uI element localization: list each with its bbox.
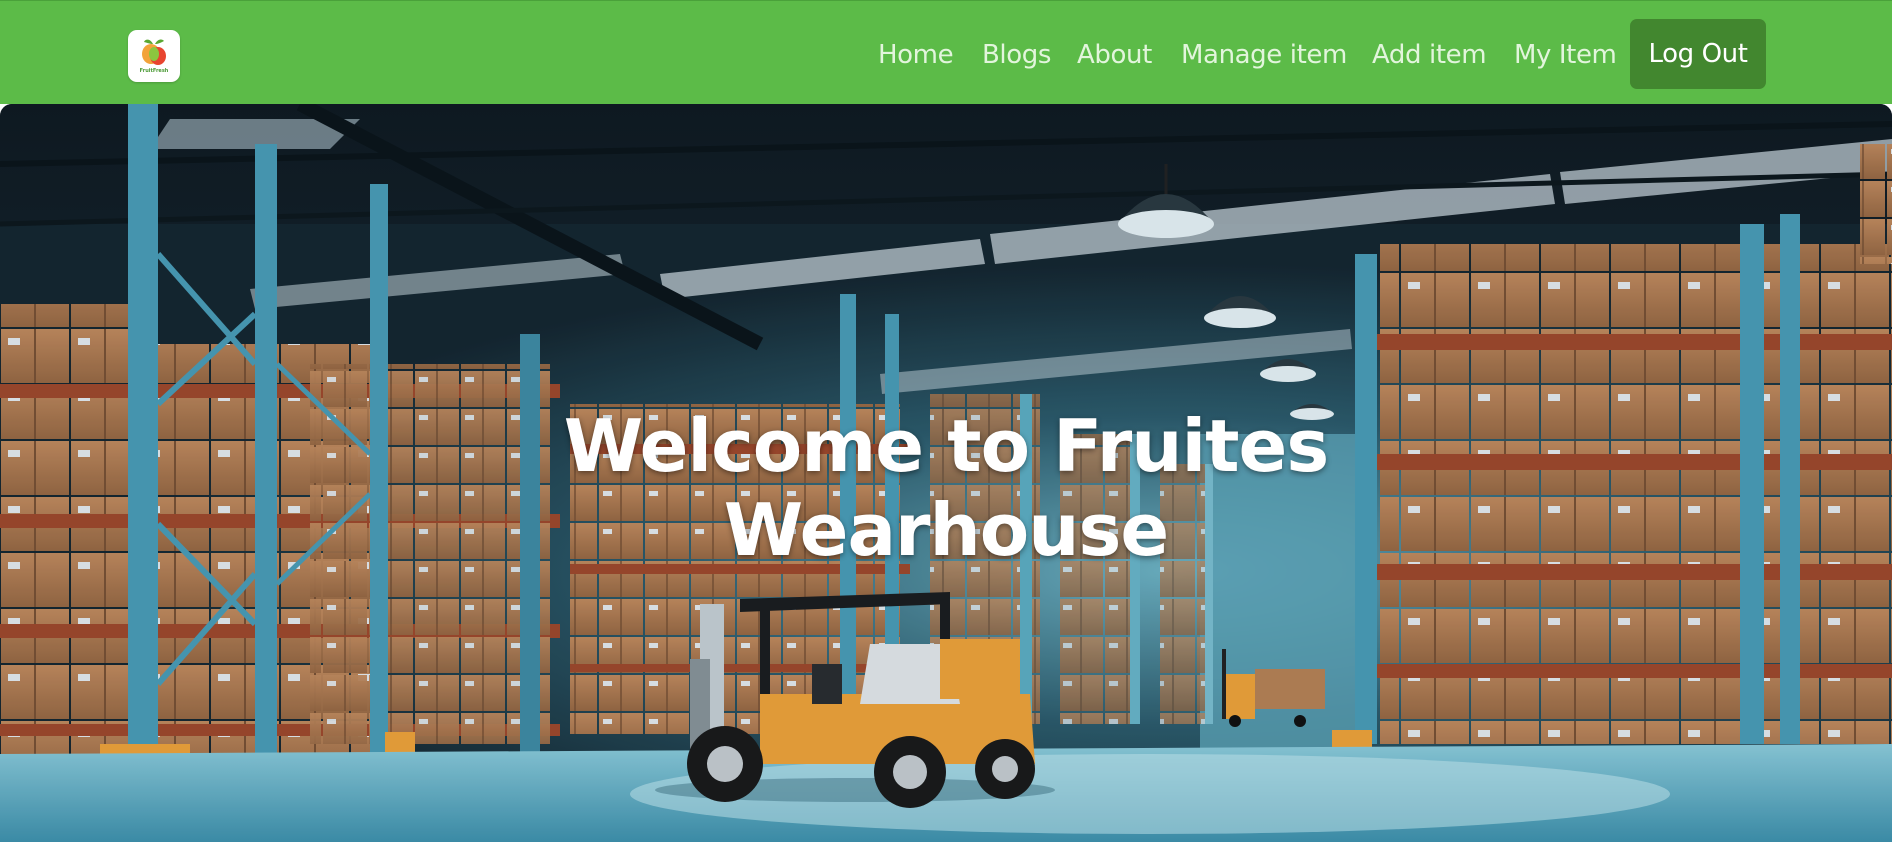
nav-link-about[interactable]: About	[1077, 35, 1152, 75]
navbar: FruitFresh Home Blogs About Manage item …	[0, 0, 1892, 104]
fruit-logo-icon: FruitFresh	[140, 39, 169, 74]
nav-link-home[interactable]: Home	[878, 35, 954, 75]
hero-banner: Welcome to Fruites Wearhouse	[0, 104, 1892, 842]
brand-logo-text: FruitFresh	[140, 68, 169, 74]
brand-logo[interactable]: FruitFresh	[128, 30, 180, 82]
logout-button[interactable]: Log Out	[1630, 19, 1766, 89]
nav-link-manage-item[interactable]: Manage item	[1181, 35, 1347, 75]
nav-link-my-item[interactable]: My Item	[1514, 35, 1617, 75]
nav-link-blogs[interactable]: Blogs	[982, 35, 1051, 75]
hero-title: Welcome to Fruites Wearhouse	[563, 404, 1330, 572]
nav-link-add-item[interactable]: Add item	[1372, 35, 1487, 75]
